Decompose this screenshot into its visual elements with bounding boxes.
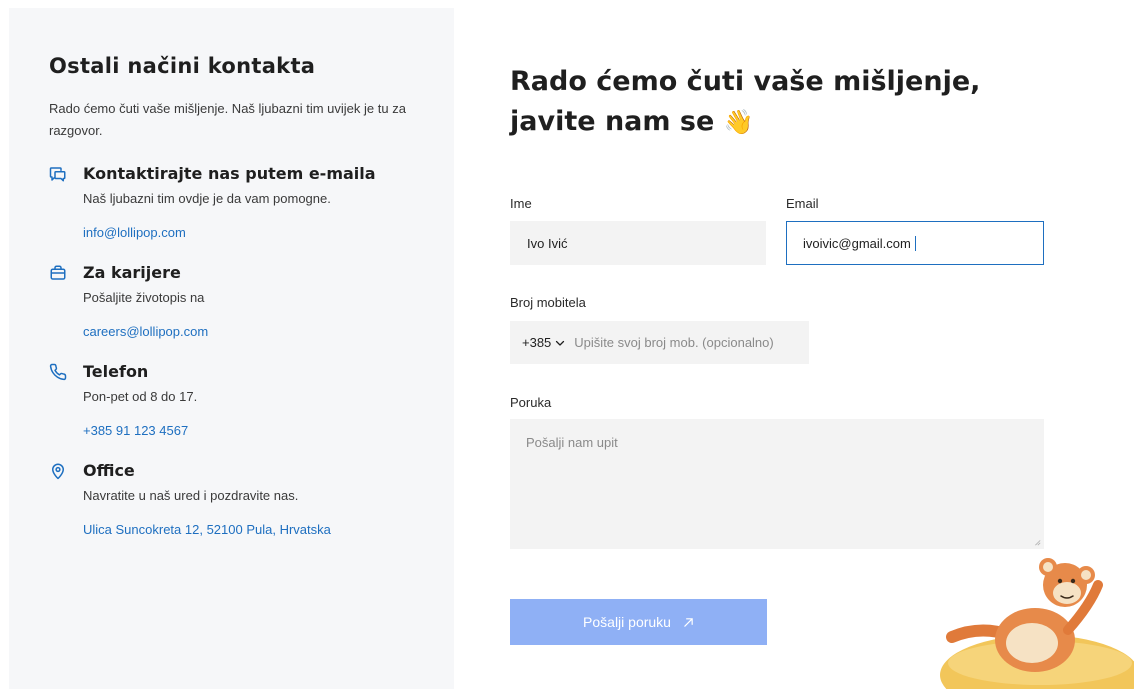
address-link[interactable]: Ulica Suncokreta 12, 52100 Pula, Hrvatsk… [83, 522, 331, 537]
waving-hand-icon: 👋 [723, 108, 754, 136]
contact-item-phone: Telefon Pon-pet od 8 do 17. +385 91 123 … [49, 362, 414, 439]
phone-link[interactable]: +385 91 123 4567 [83, 423, 188, 438]
contact-item-desc: Navratite u naš ured i pozdravite nas. [83, 488, 299, 503]
chat-icon [49, 165, 67, 183]
contact-item-office: Office Navratite u naš ured i pozdravite… [49, 461, 414, 538]
email-link[interactable]: info@lollipop.com [83, 225, 186, 240]
phone-placeholder: Upišite svoj broj mob. (opcionalno) [574, 335, 774, 350]
contact-item-email: Kontaktirajte nas putem e-maila Naš ljub… [49, 164, 414, 241]
location-pin-icon [49, 462, 67, 480]
sidebar-intro: Rado ćemo čuti vaše mišljenje. Naš ljuba… [49, 101, 406, 138]
arrow-up-right-icon [684, 617, 693, 627]
contact-item-desc: Pon-pet od 8 do 17. [83, 389, 198, 404]
email-input-value: ivoivic@gmail.com [803, 235, 911, 251]
sidebar-title: Ostali načini kontakta [49, 54, 316, 78]
contact-item-title: Office [83, 461, 135, 480]
phone-label: Broj mobitela [510, 295, 586, 310]
form-heading: Rado ćemo čuti vaše mišljenje, javite na… [510, 62, 1070, 142]
submit-label: Pošalji poruku [583, 614, 671, 630]
contact-sidebar: Ostali načini kontakta Rado ćemo čuti va… [9, 8, 454, 689]
name-label: Ime [510, 196, 532, 211]
contact-item-desc: Naš ljubazni tim ovdje je da vam pomogne… [83, 191, 331, 206]
briefcase-icon [49, 264, 67, 282]
name-input[interactable]: Ivo Ivić [510, 221, 766, 265]
contact-item-careers: Za karijere Pošaljite životopis na caree… [49, 263, 414, 340]
submit-button[interactable]: Pošalji poruku [510, 599, 767, 645]
monkey-mascot-illustration [940, 558, 1134, 689]
contact-item-title: Telefon [83, 362, 149, 381]
phone-icon [49, 363, 67, 381]
chevron-down-icon [556, 340, 565, 346]
email-label: Email [786, 196, 819, 211]
name-input-value: Ivo Ivić [527, 235, 568, 251]
careers-email-link[interactable]: careers@lollipop.com [83, 324, 208, 339]
text-caret [914, 235, 916, 251]
message-placeholder: Pošalji nam upit [526, 435, 618, 450]
contact-item-title: Za karijere [83, 263, 181, 282]
contact-item-desc: Pošaljite životopis na [83, 290, 205, 305]
country-code-value: +385 [522, 335, 552, 350]
country-code-select[interactable]: +385 [522, 335, 566, 350]
email-input[interactable]: ivoivic@gmail.com [786, 221, 1044, 265]
phone-input[interactable]: +385 Upišite svoj broj mob. (opcionalno) [510, 321, 809, 364]
message-label: Poruka [510, 395, 552, 410]
message-textarea[interactable]: Pošalji nam upit [510, 419, 1044, 549]
contact-item-title: Kontaktirajte nas putem e-maila [83, 164, 376, 183]
